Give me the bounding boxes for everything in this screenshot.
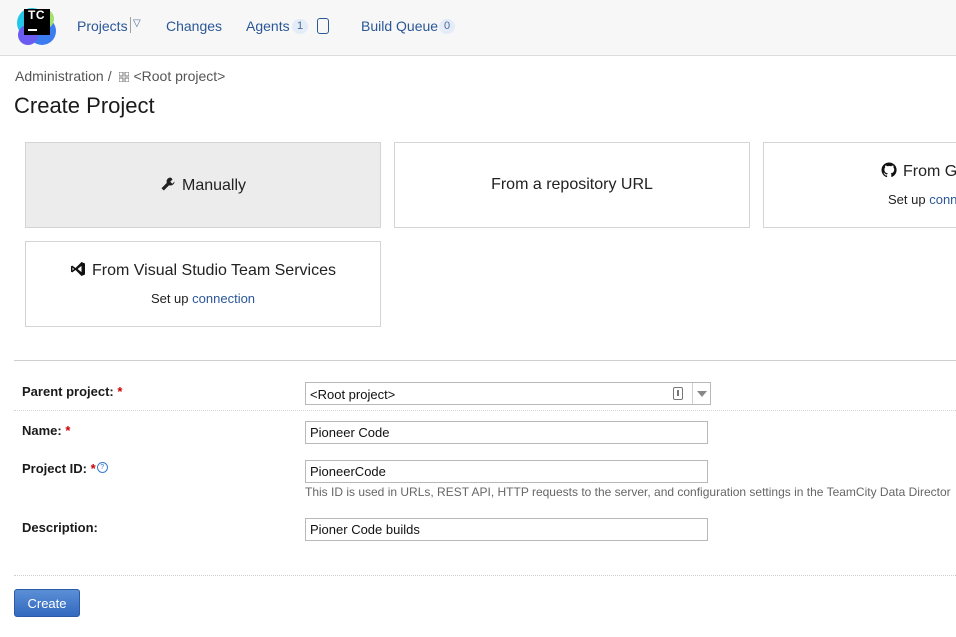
parent-project-value: <Root project>	[310, 387, 396, 402]
nav-agents-link[interactable]: Agents	[246, 18, 290, 34]
description-label: Description:	[22, 520, 98, 535]
manual-option-label: Manually	[181, 177, 247, 194]
description-field[interactable]	[305, 518, 708, 541]
parent-project-select[interactable]: <Root project>	[305, 382, 711, 405]
create-from-repository-url-option[interactable]: From a repository URL	[394, 142, 750, 228]
manual-option-label-row: Manually	[26, 176, 380, 195]
github-setup-row: Set up conn	[888, 192, 956, 207]
name-field[interactable]	[305, 421, 708, 444]
nav-build-queue-link[interactable]: Build Queue	[361, 18, 438, 34]
github-connection-link[interactable]: conn	[929, 192, 956, 207]
section-divider	[14, 360, 956, 361]
project-id-field[interactable]	[305, 460, 708, 483]
page-title: Create Project	[14, 93, 155, 118]
agent-status-icon[interactable]	[317, 18, 329, 34]
build-queue-count-badge: 0	[439, 19, 455, 34]
vsts-option-title: From Visual Studio Team Services	[92, 262, 336, 279]
nav-changes-link[interactable]: Changes	[166, 18, 222, 34]
logo-mark: TC	[24, 9, 50, 35]
required-mark: *	[65, 423, 71, 438]
project-id-label-row: Project ID: *?	[22, 461, 108, 476]
project-tree-icon[interactable]	[673, 387, 683, 400]
github-icon	[881, 162, 897, 178]
github-option-title-row: From G	[881, 162, 956, 181]
wrench-icon	[161, 177, 175, 191]
breadcrumb-separator: /	[107, 68, 112, 84]
nav-projects-link[interactable]: Projects	[77, 18, 128, 34]
project-id-note: This ID is used in URLs, REST API, HTTP …	[305, 485, 951, 499]
chevron-down-icon[interactable]	[697, 391, 707, 397]
row-divider	[14, 410, 956, 411]
create-from-vsts-option[interactable]: From Visual Studio Team Services Set up …	[25, 241, 381, 327]
repo-url-option-label: From a repository URL	[491, 176, 653, 193]
vsts-setup-row: Set up connection	[26, 291, 380, 306]
breadcrumb-administration-link[interactable]: Administration	[15, 68, 104, 84]
name-label: Name:	[22, 423, 62, 438]
teamcity-logo[interactable]: TC	[16, 5, 58, 47]
required-mark: *	[90, 461, 96, 476]
nav-separator	[130, 17, 131, 33]
project-grid-icon	[119, 72, 130, 82]
project-id-label: Project ID:	[22, 461, 88, 476]
create-button[interactable]: Create	[14, 589, 80, 617]
projects-dropdown-icon[interactable]: ▽	[133, 18, 141, 29]
agents-count-badge: 1	[292, 19, 308, 34]
parent-project-label: Parent project:	[22, 384, 114, 399]
footer-divider	[14, 575, 956, 576]
select-divider	[692, 383, 693, 404]
create-from-github-option[interactable]: From G Set up conn	[763, 142, 956, 228]
github-option-title: From G	[903, 163, 956, 180]
vsts-connection-link[interactable]: connection	[192, 291, 255, 306]
vsts-setup-text: Set up	[150, 291, 189, 306]
create-manually-option[interactable]: Manually	[25, 142, 381, 228]
breadcrumb: Administration / <Root project>	[15, 68, 225, 84]
parent-project-label-row: Parent project: *	[22, 384, 122, 399]
github-setup-text: Set up	[888, 192, 926, 207]
help-icon[interactable]: ?	[96, 462, 108, 473]
vsts-option-title-row: From Visual Studio Team Services	[26, 261, 380, 280]
required-mark: *	[117, 384, 123, 399]
top-navigation-bar: TC Projects ▽ Changes Agents 1 Build Que…	[0, 0, 956, 56]
visual-studio-icon	[71, 262, 86, 276]
name-label-row: Name: *	[22, 423, 70, 438]
breadcrumb-root-project-link[interactable]: <Root project>	[133, 68, 225, 84]
description-label-row: Description:	[22, 520, 98, 535]
